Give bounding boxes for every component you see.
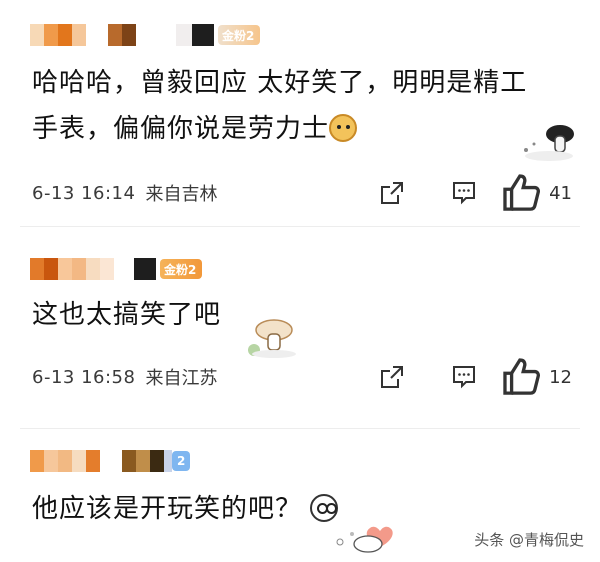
comment-text: 这也太搞笑了吧 [32,300,222,330]
fan-badge: 2 [172,451,191,471]
mushroom-sticker-icon [524,125,574,161]
comment-text: 他应该是开玩笑的吧？ [32,486,339,532]
fan-badge: 金粉2 [160,259,203,279]
comment-text: 哈哈哈，曾毅回应 太好笑了，明明是精工 手表，偏偏你说是劳力士 [32,68,528,144]
comment-actions: 12 [356,355,572,398]
comment-button[interactable] [428,178,500,208]
share-icon [381,366,403,388]
comment-location: 来自江苏 [145,368,218,389]
comment-item: 2 他应该是开玩笑的吧？ 头条 @青梅侃史 [0,436,600,562]
username-blurred[interactable]: 2 [30,448,191,474]
share-button[interactable] [356,178,428,208]
like-button[interactable]: 12 [500,355,572,398]
mushroom-sticker-icon [248,319,296,358]
comment-icon [453,366,475,389]
share-button[interactable] [356,362,428,392]
comment-actions: 41 [356,171,572,214]
username-blurred[interactable]: 金粉2 [30,256,203,282]
heart-sticker-icon [336,526,393,553]
comment-button[interactable] [428,362,500,392]
divider [20,226,580,227]
like-button[interactable]: 41 [500,171,572,214]
comment-meta: 6-13 16:14 来自吉林 41 [32,174,572,212]
thumbs-up-icon [503,358,540,396]
thumbs-up-icon [503,174,540,212]
fan-badge: 金粉2 [218,25,261,45]
username-blurred[interactable]: 金粉2 [30,22,261,48]
comment-time: 6-13 16:58 [32,366,136,388]
like-count: 41 [549,182,572,204]
comment-item: 金粉2 这也太搞笑了吧 6-13 16:58 来自江苏 12 [0,236,600,420]
comment-meta: 6-13 16:58 来自江苏 12 [32,358,572,396]
comment-icon [453,182,475,205]
avatar[interactable] [134,258,156,280]
comment-item: 金粉2 哈哈哈，曾毅回应 太好笑了，明明是精工 手表，偏偏你说是劳力士 6-13… [0,0,600,222]
like-count: 12 [549,366,572,388]
watermark: 头条 @青梅侃史 [474,531,584,549]
doge-emoji-icon [329,113,358,142]
divider [20,428,580,429]
share-icon [381,182,403,204]
comment-time: 6-13 16:14 [32,182,136,204]
comment-location: 来自吉林 [145,184,218,205]
avatar[interactable] [192,24,214,46]
